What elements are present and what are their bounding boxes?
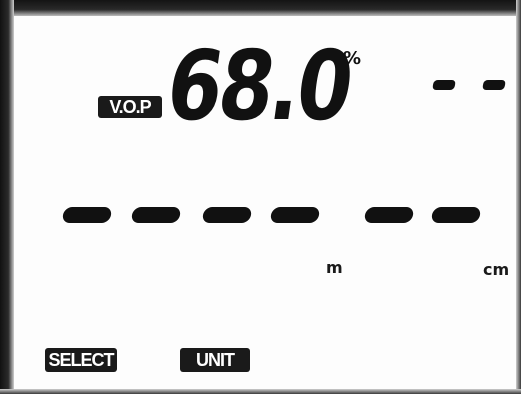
length-dash xyxy=(430,207,482,223)
bezel-left xyxy=(0,0,14,394)
main-reading: 68.0 xyxy=(160,30,357,142)
bezel-bottom xyxy=(0,389,521,394)
secondary-dash xyxy=(482,80,506,90)
secondary-dash xyxy=(432,80,456,90)
bezel-top xyxy=(0,0,521,16)
length-dash xyxy=(61,207,113,223)
meter-unit: m xyxy=(326,258,343,277)
centimeter-unit: cm xyxy=(483,260,510,279)
length-dash xyxy=(201,207,253,223)
percent-unit: % xyxy=(343,48,362,69)
unit-button[interactable]: UNIT xyxy=(180,348,250,372)
length-dash xyxy=(363,207,415,223)
length-dash xyxy=(269,207,321,223)
bezel-right xyxy=(516,0,521,394)
lcd-screen: V.O.P 68.0 % m cm SELECT UNIT xyxy=(0,0,521,394)
length-dash xyxy=(130,207,182,223)
mode-label: V.O.P xyxy=(98,96,162,118)
select-button[interactable]: SELECT xyxy=(45,348,117,372)
